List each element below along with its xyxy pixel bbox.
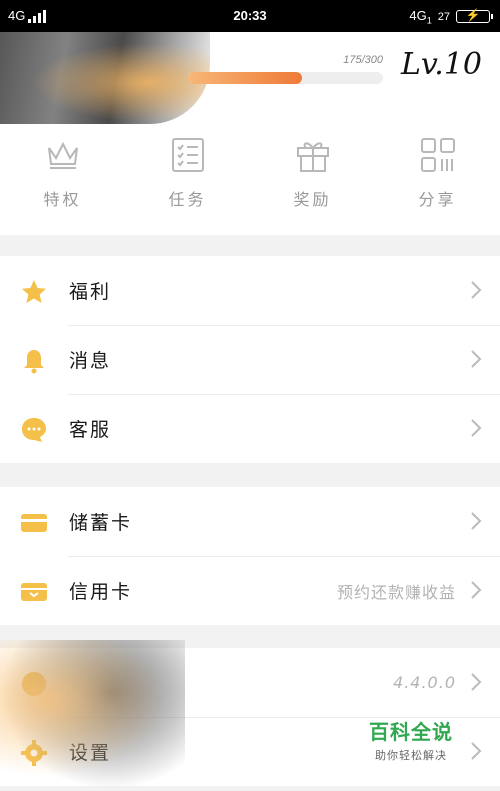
chevron-right-icon: [471, 742, 482, 760]
redacted-avatar-area[interactable]: [0, 32, 210, 124]
battery-icon: ⚡: [456, 8, 493, 24]
menu-item-customer-service[interactable]: 客服: [0, 394, 500, 463]
menu-item-label: 信用卡: [69, 581, 133, 603]
menu-item-messages[interactable]: 消息: [0, 325, 500, 394]
credit-card-promo-text: 预约还款赚收益: [336, 582, 456, 602]
quick-actions: 特权 任务 奖励 分享: [0, 136, 500, 216]
checklist-icon: [171, 138, 204, 172]
chevron-right-icon: [471, 581, 482, 599]
qr-grid-icon: [420, 138, 455, 172]
quick-action-rewards[interactable]: 奖励: [250, 136, 375, 216]
watermark-subtitle: 助你轻松解决: [375, 749, 447, 762]
profile-header: 175/300 Lv.10 特权 任务 奖励 分享: [0, 32, 500, 235]
bell-icon: [24, 350, 44, 374]
redacted-scribble: [0, 640, 185, 790]
quick-action-label: 任务: [168, 190, 207, 209]
menu-group-services: 福利 消息 客服: [0, 256, 500, 463]
level-badge: Lv.10: [400, 47, 482, 82]
quick-action-privilege[interactable]: 特权: [0, 136, 125, 216]
star-icon: [22, 280, 46, 303]
app-version: 4.4.0.0: [393, 673, 456, 692]
menu-item-label: 福利: [69, 281, 112, 303]
chevron-right-icon: [471, 673, 482, 691]
menu-item-credit-card[interactable]: 信用卡 预约还款赚收益: [0, 556, 500, 625]
watermark-title: 百科全说: [369, 720, 453, 744]
chevron-right-icon: [471, 350, 482, 368]
level-progress-text: 175/300: [343, 54, 383, 66]
level-progress-bar: [188, 72, 383, 84]
menu-item-debit-card[interactable]: 储蓄卡: [0, 487, 500, 556]
menu-item-label: 客服: [69, 419, 112, 441]
battery-percent: 27: [437, 10, 450, 23]
menu-group-cards: 储蓄卡 信用卡 预约还款赚收益: [0, 487, 500, 625]
menu-item-label: 消息: [69, 350, 112, 372]
quick-action-share[interactable]: 分享: [375, 136, 500, 216]
network-label-right: 4G1: [409, 8, 432, 26]
status-bar: 4G 20:33 4G1 27 ⚡: [0, 0, 500, 32]
chat-bubble-icon: [22, 418, 46, 442]
quick-action-tasks[interactable]: 任务: [125, 136, 250, 216]
crown-icon: [47, 141, 78, 169]
level-progress-fill: [188, 72, 302, 84]
gift-icon: [296, 142, 329, 172]
chevron-right-icon: [471, 512, 482, 530]
chevron-right-icon: [471, 419, 482, 437]
watermark-logo: 百科全说 助你轻松解决: [355, 716, 467, 763]
quick-action-label: 特权: [43, 190, 82, 209]
debit-card-icon: [21, 514, 47, 532]
menu-item-label: 储蓄卡: [69, 512, 133, 534]
status-right: 4G1 27 ⚡: [409, 8, 493, 26]
chevron-right-icon: [471, 281, 482, 299]
quick-action-label: 奖励: [293, 190, 332, 209]
menu-item-welfare[interactable]: 福利: [0, 256, 500, 325]
quick-action-label: 分享: [418, 190, 457, 209]
credit-card-icon: [21, 583, 47, 601]
